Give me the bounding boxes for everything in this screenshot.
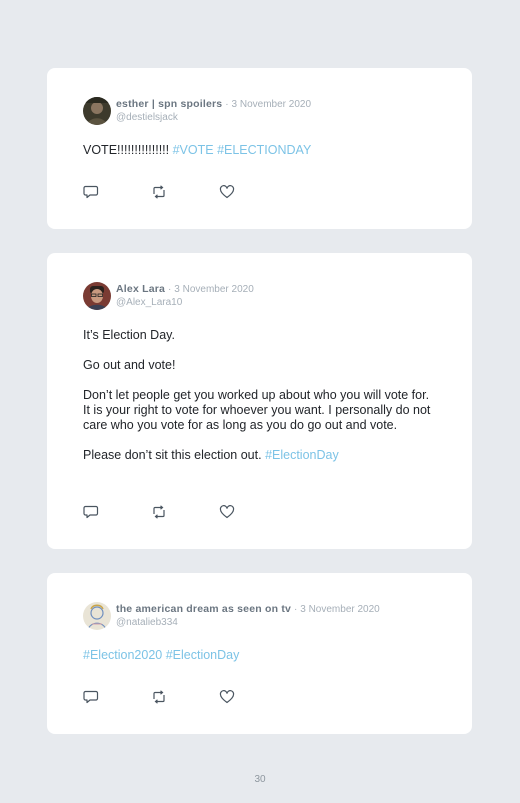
tweet-actions — [83, 185, 287, 199]
avatar-photo-icon — [83, 282, 111, 310]
tweet-card: Alex Lara · 3 November 2020 @Alex_Lara10… — [47, 253, 472, 549]
tweet-header: the american dream as seen on tv · 3 Nov… — [83, 601, 380, 631]
tweet-header: esther | spn spoilers · 3 November 2020 … — [83, 96, 311, 126]
tweet-paragraph: Don’t let people get you worked up about… — [83, 388, 431, 432]
post-date: 3 November 2020 — [231, 99, 312, 110]
separator: · — [168, 284, 172, 295]
post-date: 3 November 2020 — [174, 284, 254, 295]
retweet-icon[interactable] — [151, 505, 167, 519]
author-name[interactable]: esther | spn spoilers — [116, 98, 222, 110]
tweet-actions — [83, 690, 287, 704]
tweet-text: It’s Election Day. Go out and vote! Don’… — [83, 328, 439, 463]
tweet-meta: the american dream as seen on tv · 3 Nov… — [116, 603, 380, 629]
tweet-paragraph: VOTE!!!!!!!!!!!!!!! #VOTE #ELECTIONDAY — [83, 143, 439, 158]
tweet-actions — [83, 505, 287, 519]
paragraph-text: VOTE!!!!!!!!!!!!!!! — [83, 143, 173, 157]
reply-icon[interactable] — [83, 690, 99, 704]
avatar-photo-icon — [83, 97, 111, 125]
page-number: 30 — [254, 774, 266, 785]
like-icon[interactable] — [219, 505, 235, 519]
like-icon[interactable] — [219, 690, 235, 704]
tweet-card: the american dream as seen on tv · 3 Nov… — [47, 573, 472, 734]
tweet-meta: esther | spn spoilers · 3 November 2020 … — [116, 98, 311, 124]
separator: · — [225, 99, 229, 110]
avatar[interactable] — [83, 602, 111, 630]
author-handle[interactable]: @Alex_Lara10 — [116, 296, 254, 309]
paragraph-text: Please don’t sit this election out. — [83, 448, 266, 462]
post-date: 3 November 2020 — [300, 604, 380, 615]
hashtag-link[interactable]: #VOTE #ELECTIONDAY — [173, 143, 312, 157]
tweet-paragraph: Please don’t sit this election out. #Ele… — [83, 448, 439, 463]
author-name[interactable]: the american dream as seen on tv — [116, 603, 291, 615]
retweet-icon[interactable] — [151, 690, 167, 704]
reply-icon[interactable] — [83, 505, 99, 519]
hashtag-link[interactable]: #Election2020 #ElectionDay — [83, 648, 239, 662]
avatar[interactable] — [83, 282, 111, 310]
author-handle[interactable]: @natalieb334 — [116, 616, 380, 629]
tweet-header: Alex Lara · 3 November 2020 @Alex_Lara10 — [83, 281, 254, 311]
retweet-icon[interactable] — [151, 185, 167, 199]
tweet-meta: Alex Lara · 3 November 2020 @Alex_Lara10 — [116, 283, 254, 309]
tweet-paragraph: #Election2020 #ElectionDay — [83, 648, 439, 663]
like-icon[interactable] — [219, 185, 235, 199]
author-handle[interactable]: @destielsjack — [116, 111, 311, 124]
tweet-paragraph: Go out and vote! — [83, 358, 176, 372]
hashtag-link[interactable]: #ElectionDay — [265, 448, 339, 462]
avatar[interactable] — [83, 97, 111, 125]
avatar-illustration-icon — [83, 602, 111, 630]
author-name[interactable]: Alex Lara — [116, 283, 165, 295]
separator: · — [293, 604, 298, 615]
tweet-text: VOTE!!!!!!!!!!!!!!! #VOTE #ELECTIONDAY — [83, 143, 439, 158]
tweet-card: esther | spn spoilers · 3 November 2020 … — [47, 68, 472, 229]
tweet-paragraph: It’s Election Day. — [83, 328, 175, 342]
tweet-text: #Election2020 #ElectionDay — [83, 648, 439, 663]
reply-icon[interactable] — [83, 185, 99, 199]
